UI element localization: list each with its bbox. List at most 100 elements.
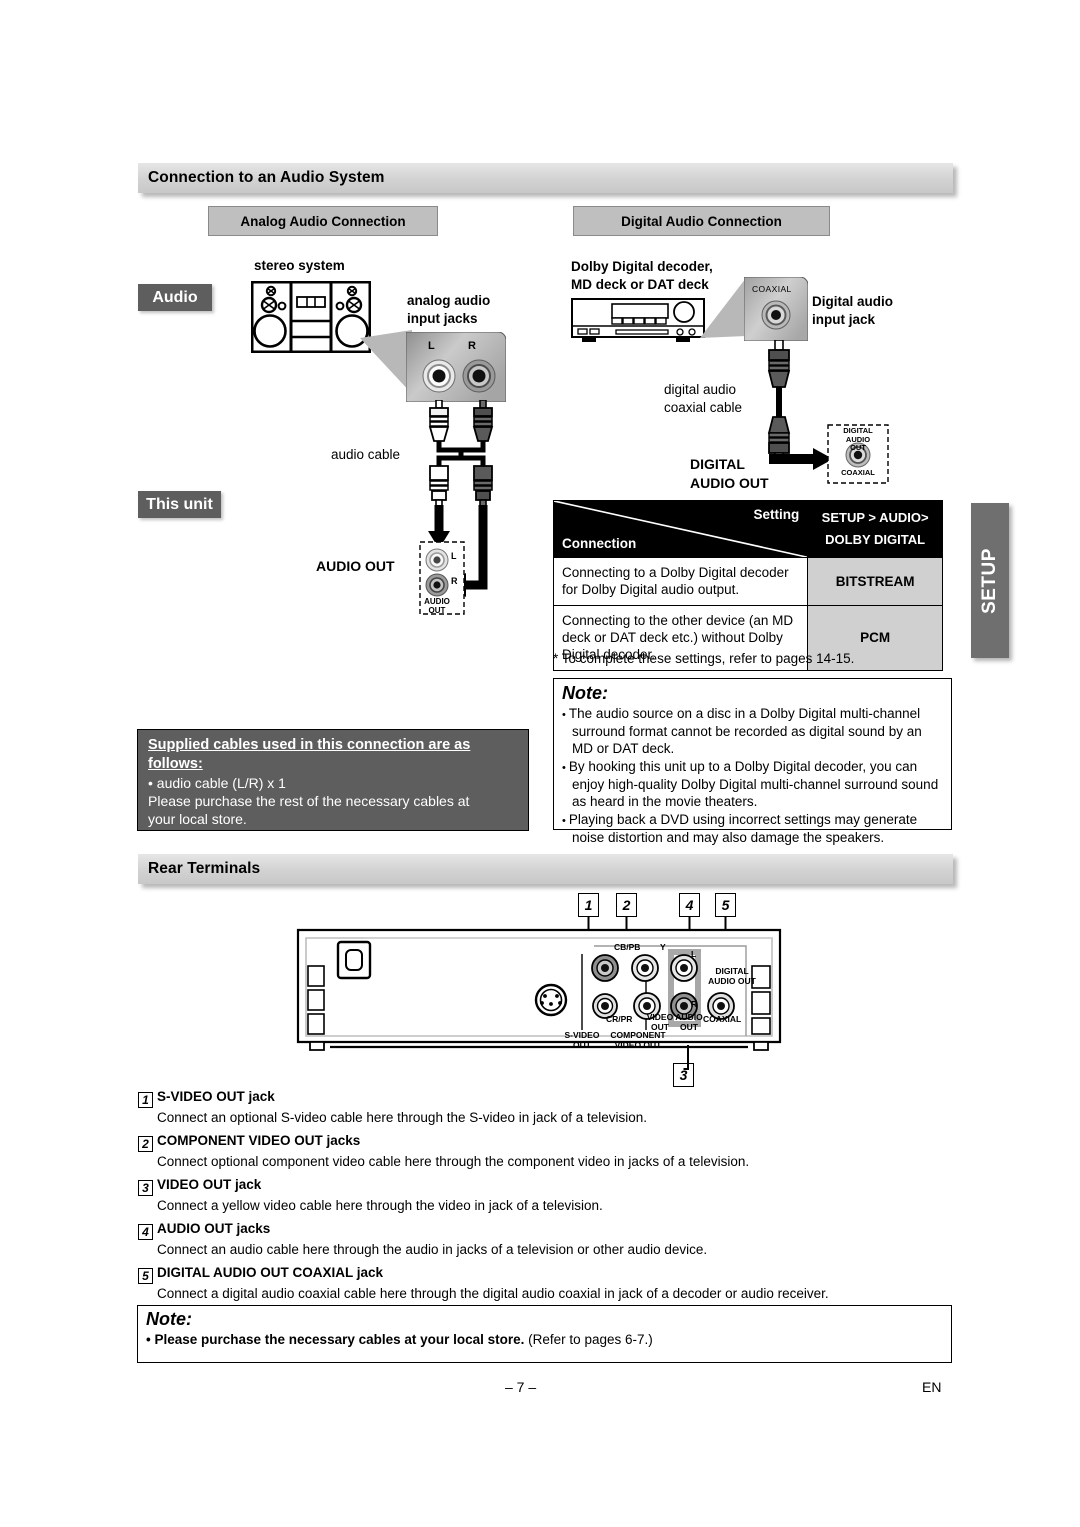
rear-label-digital-line2: AUDIO OUT	[708, 975, 756, 986]
terminal-4-title-row: 5 DIGITAL AUDIO OUT COAXIAL jack	[138, 1265, 958, 1284]
terminal-0-number: 1	[138, 1092, 153, 1108]
settings-row-0-connection: Connecting to a Dolby Digital decoder fo…	[552, 557, 809, 606]
list-item: 2 COMPONENT VIDEO OUT jacks Connect optio…	[138, 1133, 958, 1169]
terminal-0-title: S-VIDEO OUT jack	[157, 1089, 275, 1104]
list-item: 5 DIGITAL AUDIO OUT COAXIAL jack Connect …	[138, 1265, 958, 1301]
supplied-cables-bullet: • audio cable (L/R) x 1	[148, 774, 286, 791]
settings-header-setting: Setting	[753, 507, 800, 522]
table-row: Connecting to a Dolby Digital decoder fo…	[552, 557, 943, 606]
note-top-item-2-text: Playing back a DVD using incorrect setti…	[568, 812, 918, 846]
terminal-2-desc: Connect a yellow video cable here throug…	[157, 1198, 603, 1213]
digital-connection-arrow	[769, 448, 833, 470]
stereo-system-label: stereo system	[254, 258, 345, 273]
terminal-4-desc: Connect a digital audio coaxial cable he…	[157, 1286, 829, 1301]
analog-jack-l-label: L	[428, 340, 435, 352]
rear-panel-illustration	[296, 928, 782, 1051]
terminal-4-title: DIGITAL AUDIO OUT COAXIAL jack	[157, 1265, 384, 1280]
digital-cable-line1: digital audio	[664, 382, 737, 397]
digital-device-label: Dolby Digital decoder, MD deck or DAT de…	[571, 258, 713, 293]
analog-jack-r-label: R	[468, 340, 476, 352]
settings-table-header-right: SETUP > AUDIO> DOLBY DIGITAL	[807, 499, 943, 559]
settings-table-header-row: Setting Connection SETUP > AUDIO> DOLBY …	[552, 499, 943, 559]
terminal-3-title: AUDIO OUT jacks	[157, 1221, 271, 1236]
callout-flag-5: 5	[715, 893, 736, 917]
section-header-rear-terminals: Rear Terminals	[138, 854, 953, 884]
section-header-audio-system-label: Connection to an Audio System	[148, 169, 385, 186]
terminal-3-desc: Connect an audio cable here through the …	[157, 1242, 708, 1257]
subhead-analog-audio-connection: Analog Audio Connection	[208, 206, 438, 236]
audio-cable-label: audio cable	[331, 447, 401, 462]
terminal-1-title-row: 2 COMPONENT VIDEO OUT jacks	[138, 1133, 958, 1152]
settings-table-footnote: * To complete these settings, refer to p…	[553, 651, 855, 666]
terminal-1-desc: Connect optional component video cable h…	[157, 1154, 750, 1169]
terminal-1-title: COMPONENT VIDEO OUT jacks	[157, 1133, 361, 1148]
note-top-item-0: • The audio source on a disc in a Dolby …	[562, 705, 922, 756]
digital-cable-label: digital audio coaxial cable	[664, 381, 742, 416]
list-item: 3 VIDEO OUT jack Connect a yellow video c…	[138, 1177, 958, 1213]
settings-header-path-line1: SETUP > AUDIO>	[821, 510, 929, 525]
note-top-item-1: • By hooking this unit up to a Dolby Dig…	[562, 758, 939, 810]
section-header-audio-system: Connection to an Audio System	[138, 163, 953, 193]
note-bottom-bold: • Please purchase the necessary cables a…	[146, 1331, 525, 1347]
note-bottom-title: Note:	[146, 1309, 192, 1329]
note-bottom-item: • Please purchase the necessary cables a…	[146, 1332, 943, 1347]
digital-input-jack-line2: input jack	[812, 311, 876, 327]
note-top-item-2: • Playing back a DVD using incorrect set…	[562, 812, 918, 846]
side-tab-setup: SETUP	[971, 503, 1009, 658]
supplied-cables-box: Supplied cables used in this connection …	[137, 729, 529, 831]
rear-label-cr-pr: CR/PR	[606, 1014, 633, 1024]
list-item: 4 AUDIO OUT jacks Connect an audio cable …	[138, 1221, 958, 1257]
terminal-4-number: 5	[138, 1268, 153, 1284]
rear-label-component: COMPONENT VIDEO OUT	[608, 1030, 668, 1050]
supplied-cables-body-line1: Please purchase the rest of the necessar…	[148, 792, 470, 809]
analog-input-jacks-label: analog audio input jacks	[407, 292, 490, 327]
digital-audio-out-line1: DIGITAL	[690, 456, 745, 472]
digital-device-line2: MD deck or DAT deck	[571, 276, 709, 292]
settings-row-0-setting: BITSTREAM	[807, 557, 943, 606]
rear-label-s-video-line2: OUT	[573, 1039, 591, 1050]
coaxial-panel-label: COAXIAL	[752, 284, 792, 294]
supplied-cables-heading-line1: Supplied cables used in this connection …	[148, 737, 471, 753]
list-item: 1 S-VIDEO OUT jack Connect an optional S-…	[138, 1089, 958, 1125]
note-top-item-0-text: The audio source on a disc in a Dolby Di…	[568, 705, 922, 756]
tag-this-unit: This unit	[138, 491, 221, 518]
rear-label-audio-r: R	[691, 999, 698, 1009]
tag-audio-label: Audio	[152, 288, 198, 306]
rear-label-coaxial: COAXIAL	[703, 1014, 742, 1024]
subhead-digital-label: Digital Audio Connection	[621, 213, 782, 229]
note-top-item-1-text: By hooking this unit up to a Dolby Digit…	[568, 758, 939, 810]
digital-input-jack-label: Digital audio input jack	[812, 293, 893, 328]
digital-input-jack-line1: Digital audio	[812, 294, 893, 309]
analog-input-jacks-line2: input jacks	[407, 310, 478, 326]
manual-page: Connection to an Audio System Analog Aud…	[0, 0, 1080, 1527]
callout-flag-2: 2	[616, 893, 637, 917]
tag-this-unit-label: This unit	[146, 495, 213, 513]
settings-table: Setting Connection SETUP > AUDIO> DOLBY …	[552, 499, 943, 671]
callout-flag-1: 1	[578, 893, 599, 917]
note-box-top: Note: • The audio source on a disc in a …	[553, 678, 952, 845]
analog-input-jack-panel	[406, 332, 506, 402]
unit-digital-out-caption-bottom: COAXIAL	[841, 468, 875, 477]
tag-audio: Audio	[138, 284, 212, 311]
rear-label-y: Y	[660, 942, 666, 952]
terminal-3-title-row: 4 AUDIO OUT jacks	[138, 1221, 958, 1240]
rear-label-component-line2: VIDEO OUT	[614, 1039, 662, 1050]
terminal-0-title-row: 1 S-VIDEO OUT jack	[138, 1089, 958, 1108]
digital-audio-out-line2: AUDIO OUT	[690, 474, 769, 491]
note-box-bottom: Note: • Please purchase the necessary ca…	[137, 1305, 952, 1363]
section-header-rear-terminals-label: Rear Terminals	[148, 860, 261, 877]
unit-jack-r-label: R	[451, 576, 458, 586]
dolby-decoder-illustration	[571, 298, 705, 342]
rear-label-cb-pb-top: CB/PB	[614, 942, 641, 952]
digital-device-line1: Dolby Digital decoder,	[571, 259, 713, 274]
unit-digital-out-caption-top: DIGITAL AUDIO OUT	[838, 426, 878, 453]
analog-input-jacks-line1: analog audio	[407, 293, 491, 308]
note-top-title: Note:	[562, 683, 608, 703]
footer-language: EN	[922, 1379, 942, 1395]
unit-jack-caption: AUDIO OUT	[424, 597, 450, 616]
terminal-2-title-row: 3 VIDEO OUT jack	[138, 1177, 958, 1196]
unit-digital-caption-line2: AUDIO OUT	[845, 434, 871, 453]
digital-audio-out-label: DIGITAL AUDIO OUT	[690, 455, 769, 493]
page-number: – 7 –	[505, 1379, 537, 1395]
side-tab-setup-label: SETUP	[979, 547, 1001, 614]
